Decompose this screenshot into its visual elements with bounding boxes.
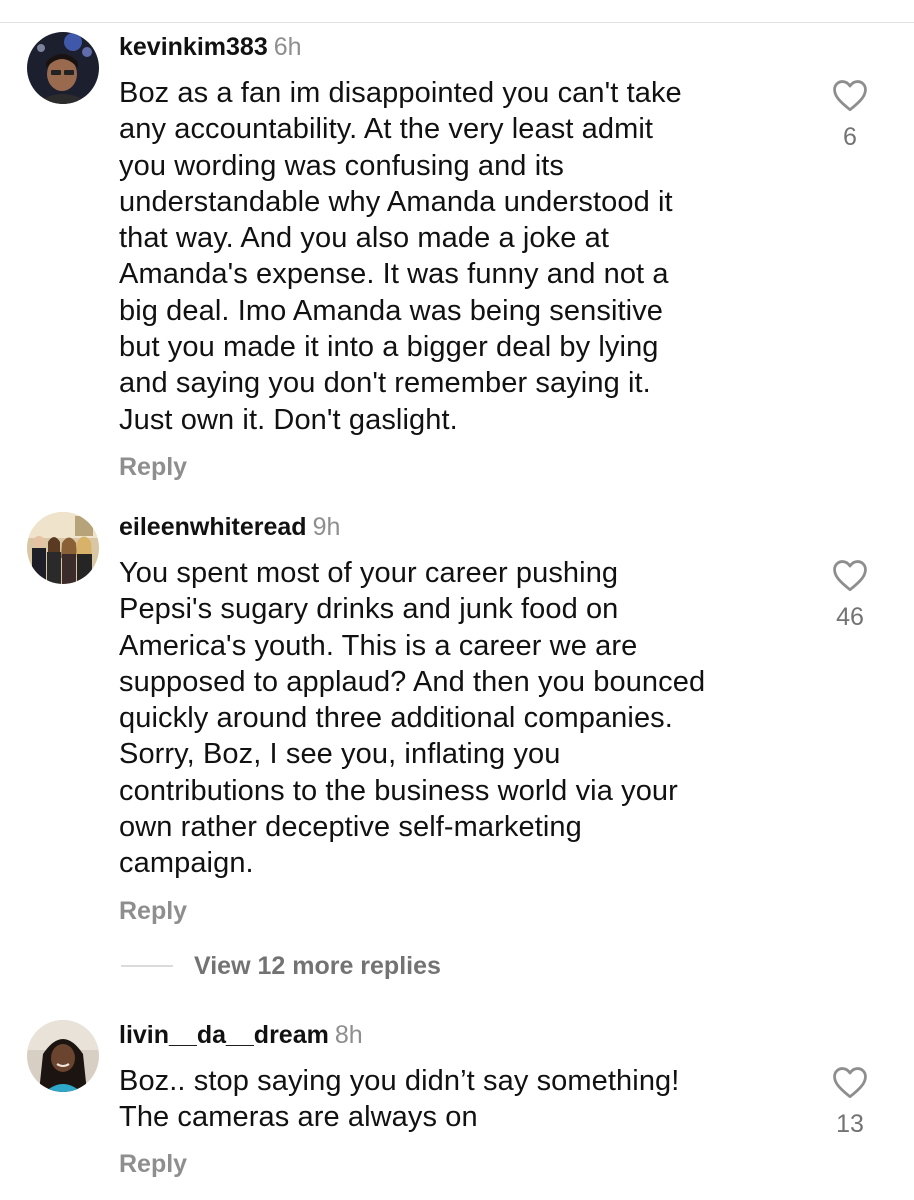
comment-line: America's youth. This is a career we are: [119, 629, 638, 662]
comment-text: You spent most of your career pushing Pe…: [119, 555, 819, 882]
like-button[interactable]: 46: [820, 558, 880, 632]
avatar[interactable]: [27, 1020, 99, 1092]
timestamp: 9h: [312, 513, 341, 541]
comment-header: livin__da__dream 8h: [119, 1020, 363, 1050]
comment-line: own rather deceptive self-marketing: [119, 811, 582, 844]
timestamp: 8h: [334, 1021, 363, 1049]
comment-header: eileenwhiteread 9h: [119, 512, 340, 542]
top-divider: [0, 22, 914, 23]
reply-button[interactable]: Reply: [119, 452, 187, 482]
comment-line: supposed to applaud? And then you bounce…: [119, 665, 706, 698]
comment-line: Boz as a fan im disappointed you can't t…: [119, 77, 682, 109]
like-button[interactable]: 6: [820, 78, 880, 152]
username[interactable]: livin__da__dream: [119, 1021, 329, 1049]
comment-header: kevinkim383 6h: [119, 32, 302, 62]
username[interactable]: eileenwhiteread: [119, 513, 307, 541]
username[interactable]: kevinkim383: [119, 33, 268, 61]
comment-line: Sorry, Boz, I see you, inflating you: [119, 738, 561, 771]
comment-line: The cameras are always on: [119, 1101, 478, 1134]
comment-line: you wording was confusing and its: [119, 149, 564, 182]
comment-line: Pepsi's sugary drinks and junk food on: [119, 593, 619, 626]
comment-line: understandable why Amanda understood it: [119, 185, 673, 218]
comment-line: campaign.: [119, 847, 254, 880]
comment-line: Boz.. stop saying you didn’t say somethi…: [119, 1065, 680, 1097]
comment-line: Just own it. Don't gaslight.: [119, 403, 458, 436]
reply-button[interactable]: Reply: [119, 1149, 187, 1179]
heart-outline-icon: [820, 1065, 880, 1099]
view-more-replies-label: View 12 more replies: [194, 952, 441, 980]
comment-line: and saying you don't remember saying it.: [119, 367, 651, 400]
heart-outline-icon: [820, 558, 880, 592]
like-count: 6: [843, 123, 857, 151]
like-count: 46: [836, 603, 864, 631]
comment-text: Boz as a fan im disappointed you can't t…: [119, 75, 819, 438]
like-count: 13: [836, 1110, 864, 1138]
timestamp: 6h: [273, 33, 302, 61]
comment-line: big deal. Imo Amanda was being sensitive: [119, 294, 664, 327]
comment-line: You spent most of your career pushing: [119, 557, 619, 589]
like-button[interactable]: 13: [820, 1065, 880, 1139]
comment-line: quickly around three additional companie…: [119, 702, 673, 735]
comment-line: Amanda's expense. It was funny and not a: [119, 258, 669, 291]
replies-divider: [121, 965, 173, 967]
comment-line: but you made it into a bigger deal by ly…: [119, 331, 659, 364]
heart-outline-icon: [820, 78, 880, 112]
comment-line: contributions to the business world via …: [119, 774, 678, 807]
comment-line: that way. And you also made a joke at: [119, 222, 610, 255]
comment-line: any accountability. At the very least ad…: [119, 113, 654, 146]
avatar[interactable]: [27, 32, 99, 104]
comment-text: Boz.. stop saying you didn’t say somethi…: [119, 1063, 819, 1136]
avatar[interactable]: [27, 512, 99, 584]
reply-button[interactable]: Reply: [119, 896, 187, 926]
